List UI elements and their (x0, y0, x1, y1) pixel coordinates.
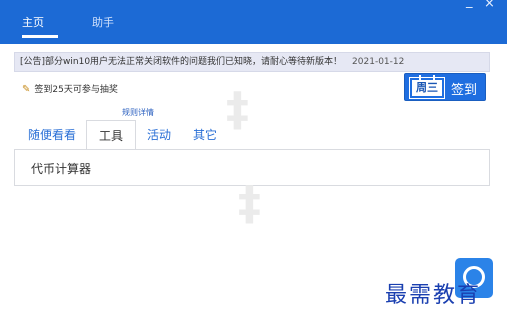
lottery-text: 签到25天可参与抽奖 (34, 85, 118, 95)
pen-icon: ✎ (22, 84, 31, 95)
watermark-glyph: ‡ (238, 176, 261, 230)
watermark-glyph: ‡ (226, 82, 249, 136)
subtab-tools[interactable]: 工具 (86, 120, 136, 150)
subtab-other[interactable]: 其它 (190, 120, 220, 150)
token-calculator-item[interactable]: 代币计算器 (31, 160, 91, 177)
signin-button[interactable]: 周三 签到 (404, 73, 486, 101)
calendar-icon: 周三 (409, 75, 445, 99)
subtab-browse[interactable]: 随便看看 (26, 120, 78, 150)
weekday-label: 周三 (416, 81, 438, 94)
rules-link[interactable]: 规则详情 (122, 107, 154, 118)
brand-watermark: 最需教育 (385, 283, 482, 308)
announcement-text: [公告]部分win10用户无法正常关闭软件的问题我们已知晓，请耐心等待新版本！ (20, 57, 343, 67)
tab-home[interactable]: 主页 (22, 14, 44, 30)
lottery-hint: ✎ 签到25天可参与抽奖 (22, 82, 118, 95)
active-tab-indicator (22, 35, 58, 38)
tab-assistant[interactable]: 助手 (92, 14, 114, 30)
announcement-date: 2021-01-12 (352, 57, 405, 67)
close-button[interactable]: × (484, 0, 495, 11)
minimize-button[interactable]: _ (466, 0, 473, 9)
announcement-bar[interactable]: [公告]部分win10用户无法正常关闭软件的问题我们已知晓，请耐心等待新版本！ 2… (14, 52, 490, 72)
signin-label: 签到 (451, 83, 478, 98)
sub-tab-bar: 随便看看 工具 活动 其它 (14, 120, 490, 150)
title-bar: 主页 助手 _ × (0, 0, 507, 44)
subtab-events[interactable]: 活动 (144, 120, 174, 150)
